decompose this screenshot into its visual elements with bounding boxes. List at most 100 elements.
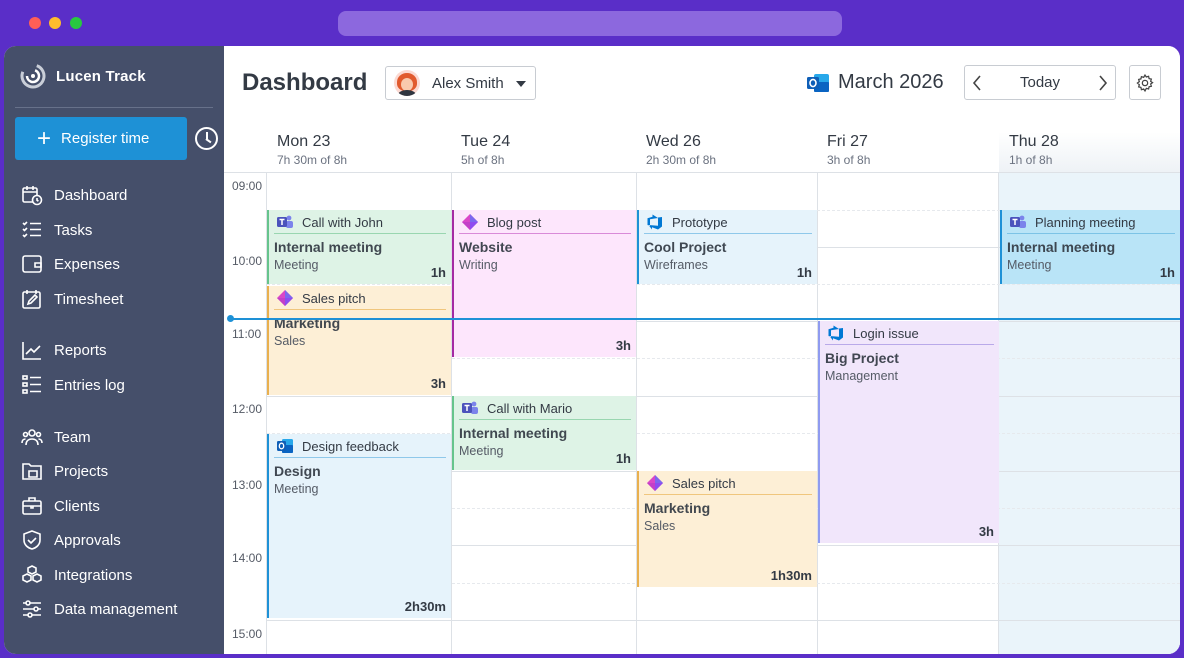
event-card[interactable]: Prototype Cool Project Wireframes 1h	[637, 210, 817, 284]
event-task: Meeting	[1007, 258, 1052, 272]
sidebar-item-approvals[interactable]: Approvals	[20, 528, 121, 552]
teams-icon	[462, 401, 478, 414]
half-hour-line	[267, 284, 1180, 285]
maximize-window-dot[interactable]	[70, 17, 82, 29]
address-bar[interactable]	[338, 11, 842, 36]
event-task: Meeting	[274, 482, 319, 496]
app-name: Lucen Track	[56, 67, 146, 85]
calendar-clock-icon	[20, 183, 44, 207]
event-duration: 3h	[430, 376, 446, 391]
event-duration: 2h30m	[404, 599, 446, 614]
register-time-label: Register time	[61, 130, 150, 147]
gear-icon	[1136, 73, 1154, 92]
event-task: Sales	[644, 519, 676, 533]
current-time-line	[230, 318, 1180, 320]
event-title: Blog post	[487, 214, 542, 230]
sidebar-item-label: Integrations	[54, 566, 133, 584]
shield-check-icon	[20, 528, 44, 552]
caret-down-icon	[516, 81, 526, 87]
event-card[interactable]: Blog post Website Writing 3h	[452, 210, 636, 357]
browser-titlebar	[0, 0, 1184, 46]
sidebar-item-reports[interactable]: Reports	[20, 338, 107, 362]
sidebar-item-label: Clients	[54, 497, 100, 515]
day-header-fri[interactable]: Fri 27 3h of 8h	[817, 132, 999, 172]
event-task: Writing	[459, 258, 498, 272]
sidebar-item-projects[interactable]: Projects	[20, 459, 108, 483]
clickup-icon	[462, 214, 478, 230]
register-time-button[interactable]: + Register time	[15, 117, 187, 160]
event-task: Meeting	[459, 444, 504, 458]
sidebar-item-label: Data management	[54, 600, 178, 618]
sidebar-item-label: Approvals	[54, 531, 121, 549]
sidebar-item-clients[interactable]: Clients	[20, 494, 100, 518]
page-title: Dashboard	[242, 69, 368, 96]
event-duration: 1h	[615, 451, 631, 466]
sidebar-item-expenses[interactable]: Expenses	[20, 252, 120, 276]
day-header-wed[interactable]: Wed 26 2h 30m of 8h	[636, 132, 818, 172]
hour-label: 15:00	[232, 627, 263, 641]
main-content: Dashboard Alex Smith March 2026 Today Mo…	[224, 46, 1180, 654]
folder-icon	[20, 459, 44, 483]
day-header-thu[interactable]: Thu 28 1h of 8h	[999, 132, 1180, 172]
timer-clock-icon[interactable]	[195, 127, 218, 150]
sidebar-item-entries-log[interactable]: Entries log	[20, 373, 125, 397]
sidebar-item-data-management[interactable]: Data management	[20, 597, 177, 621]
team-icon	[20, 425, 44, 449]
event-task: Management	[825, 369, 898, 383]
event-project: Cool Project	[644, 239, 727, 255]
event-duration: 3h	[978, 524, 994, 539]
event-project: Internal meeting	[1007, 239, 1116, 255]
teams-icon	[277, 215, 293, 228]
event-card[interactable]: Login issue Big Project Management 3h	[818, 321, 999, 543]
day-name: Tue 24	[461, 133, 511, 150]
chevron-right-icon[interactable]	[1091, 66, 1115, 99]
minimize-window-dot[interactable]	[49, 17, 61, 29]
wallet-icon	[20, 252, 44, 276]
event-card[interactable]: Sales pitch Marketing Sales 3h	[267, 286, 451, 395]
sidebar-item-tasks[interactable]: Tasks	[20, 218, 92, 242]
event-project: Internal meeting	[274, 239, 383, 255]
day-header-tue[interactable]: Tue 24 5h of 8h	[451, 132, 637, 172]
day-summary: 3h of 8h	[827, 153, 871, 167]
event-card[interactable]: Design feedback Design Meeting 2h30m	[267, 434, 451, 618]
event-card[interactable]: Call with John Internal meeting Meeting …	[267, 210, 451, 284]
sidebar-item-label: Timesheet	[54, 290, 124, 308]
close-window-dot[interactable]	[29, 17, 41, 29]
hour-label: 11:00	[232, 327, 262, 341]
brand[interactable]: Lucen Track	[20, 62, 146, 90]
logo-icon	[20, 63, 46, 89]
today-button[interactable]: Today	[989, 74, 1091, 91]
sidebar-item-integrations[interactable]: Integrations	[20, 563, 132, 587]
event-card[interactable]: Planning meeting Internal meeting Meetin…	[1000, 210, 1180, 284]
checklist-icon	[20, 218, 44, 242]
month-label: March 2026	[838, 71, 944, 93]
date-navigation: Today	[964, 65, 1116, 100]
day-summary: 2h 30m of 8h	[646, 153, 717, 167]
timesheet-icon	[20, 287, 44, 311]
day-name: Fri 27	[827, 133, 868, 150]
event-task: Wireframes	[644, 258, 708, 272]
event-title: Design feedback	[302, 438, 399, 454]
settings-button[interactable]	[1129, 65, 1161, 100]
event-card[interactable]: Call with Mario Internal meeting Meeting…	[452, 396, 636, 470]
chevron-left-icon[interactable]	[965, 66, 989, 99]
event-project: Design	[274, 463, 321, 479]
event-project: Big Project	[825, 350, 899, 366]
event-duration: 1h	[796, 265, 812, 280]
sidebar-item-dashboard[interactable]: Dashboard	[20, 183, 127, 207]
day-summary: 5h of 8h	[461, 153, 505, 167]
hour-label: 10:00	[232, 254, 263, 268]
user-name: Alex Smith	[432, 74, 504, 92]
teams-icon	[1010, 215, 1026, 228]
day-header-mon[interactable]: Mon 23 7h 30m of 8h	[267, 132, 452, 172]
list-icon	[20, 373, 44, 397]
sidebar-item-timesheet[interactable]: Timesheet	[20, 287, 123, 311]
user-select[interactable]: Alex Smith	[385, 66, 536, 100]
time-column: 09:00 10:00 11:00 12:00 13:00 14:00 15:0…	[224, 173, 267, 654]
sidebar-item-team[interactable]: Team	[20, 425, 91, 449]
chart-line-icon	[20, 338, 44, 362]
sidebar-item-label: Tasks	[54, 221, 93, 239]
day-summary: 1h of 8h	[1009, 153, 1053, 167]
event-card[interactable]: Sales pitch Marketing Sales 1h30m	[637, 471, 817, 587]
sidebar: Lucen Track + Register time Dashboard Ta…	[4, 46, 224, 654]
